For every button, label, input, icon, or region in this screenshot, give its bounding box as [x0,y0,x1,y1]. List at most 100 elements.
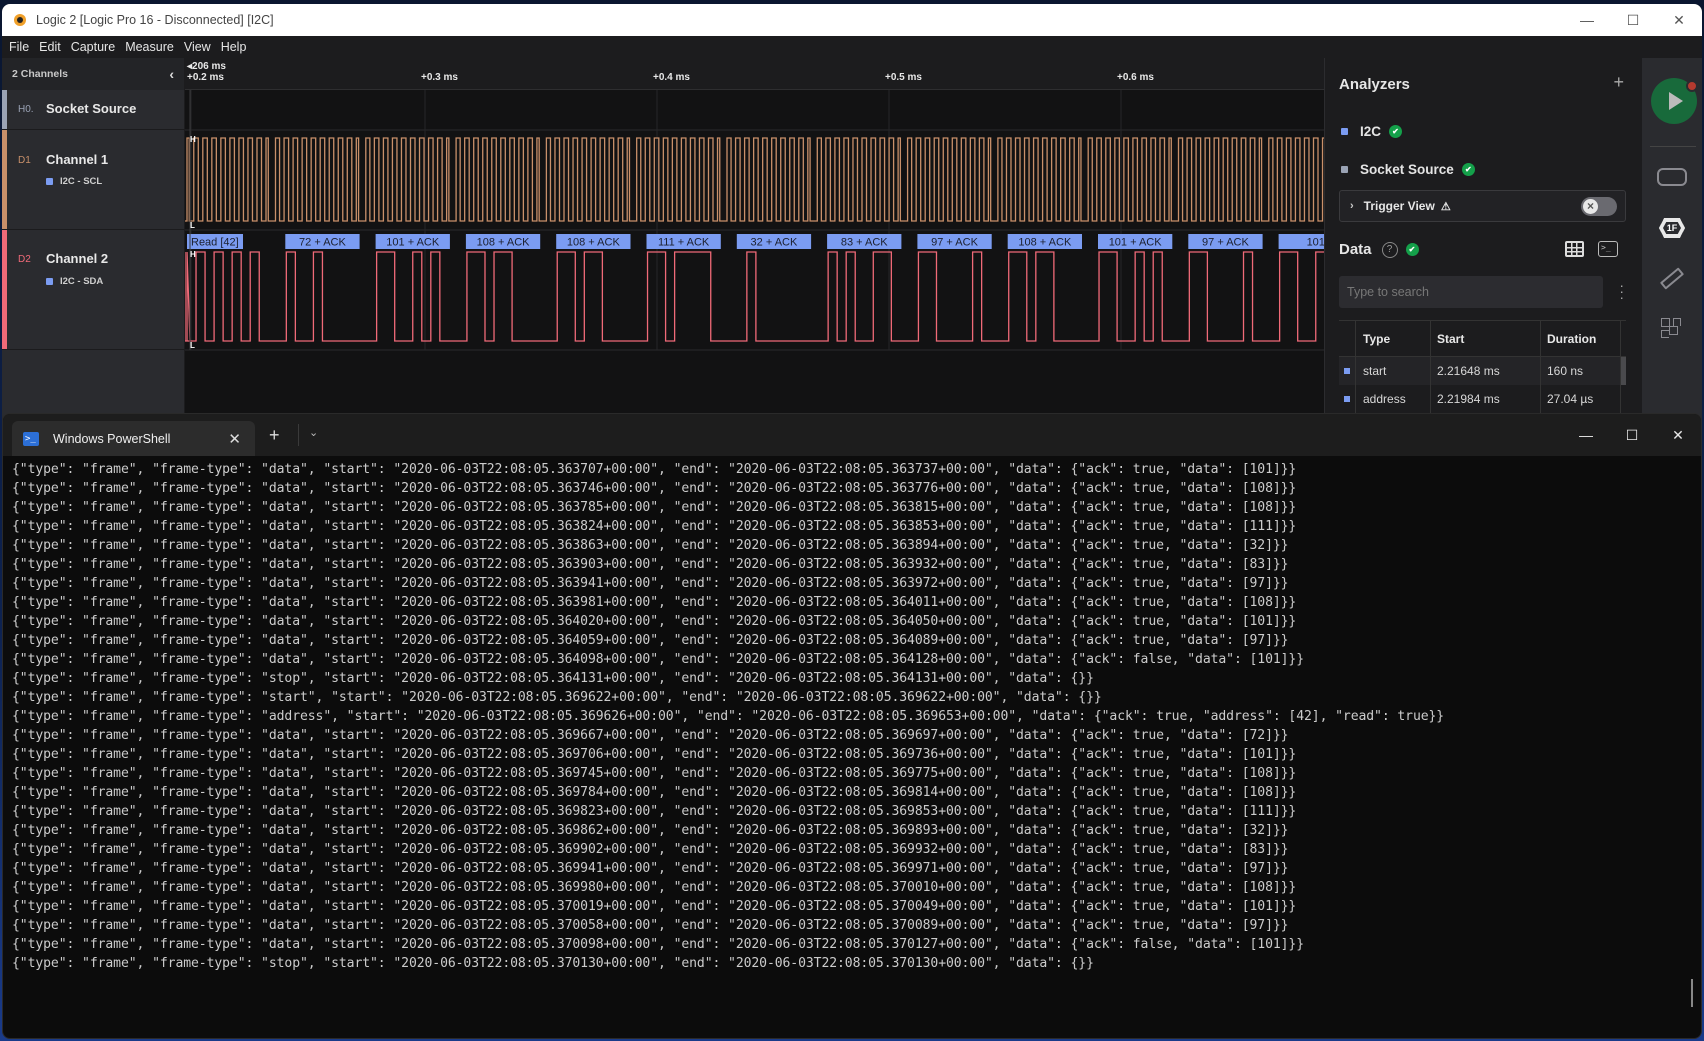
menu-help[interactable]: Help [221,40,247,54]
maximize-button[interactable]: ☐ [1610,4,1656,36]
terminal-line: {"type": "frame", "frame-type": "start",… [12,690,1102,705]
analyzer-name: Socket Source [1360,162,1454,177]
cell-type: address [1356,385,1431,413]
minimize-button[interactable]: — [1564,4,1610,36]
device-settings-icon [1657,168,1687,186]
terminal-line: {"type": "frame", "frame-type": "data", … [12,823,1289,838]
time-origin: ◂206 ms [187,61,226,72]
menu-view[interactable]: View [184,40,211,54]
powershell-icon: >_ [23,431,39,446]
terminal-line: {"type": "frame", "frame-type": "data", … [12,785,1297,800]
channel-row-channel-2[interactable]: D2 Channel 2 I2C - SDA [2,230,184,350]
terminal-output[interactable]: {"type": "frame", "frame-type": "data", … [12,460,1681,973]
time-tick: +0.4 ms [653,72,690,83]
table-view-icon[interactable] [1565,241,1584,257]
menu-file[interactable]: File [9,40,29,54]
chevron-right-icon[interactable]: › [1350,200,1354,212]
terminal-view-icon[interactable]: >_ [1598,241,1618,257]
terminal-line: {"type": "frame", "frame-type": "data", … [12,918,1289,933]
channel-row-socket-source[interactable]: H0. Socket Source [2,90,184,130]
close-button[interactable]: ✕ [1655,414,1701,456]
help-icon[interactable]: ? [1381,241,1398,258]
plus-icon[interactable]: + [1613,72,1624,93]
terminal-line: {"type": "frame", "frame-type": "data", … [12,861,1289,876]
analyzer-item-socket-source[interactable]: Socket Source ✔ [1341,162,1475,177]
analyzer-color-swatch [46,278,53,285]
column-header-duration[interactable]: Duration [1541,321,1621,356]
terminal-line: {"type": "frame", "frame-type": "data", … [12,880,1297,895]
terminal-scrollbar[interactable] [1691,979,1693,1007]
terminal-line: {"type": "frame", "frame-type": "data", … [12,937,1304,952]
channel-name: Socket Source [46,101,137,116]
analyzers-panel: Analyzers + I2C ✔ Socket Source ✔ › Trig… [1324,58,1642,424]
analyzer-color-swatch [46,178,53,185]
analyzer-name: I2C [1360,124,1382,139]
title-bar: Logic 2 [Logic Pro 16 - Disconnected] [I… [2,4,1702,36]
decoded-frame-label: 72 + ACK [299,237,346,249]
terminal-line: {"type": "frame", "frame-type": "data", … [12,595,1297,610]
new-tab-button[interactable]: + [269,425,280,446]
terminal-tab[interactable]: >_ Windows PowerShell ✕ [12,421,255,456]
waveform-view[interactable]: ◂206 ms +0.2 ms +0.3 ms +0.4 ms +0.5 ms … [185,58,1324,424]
decoded-frame-label: 111 + ACK [658,237,710,249]
terminal-line: {"type": "frame", "frame-type": "data", … [12,614,1297,629]
trigger-view-toggle[interactable] [1581,197,1617,216]
terminal-line: {"type": "frame", "frame-type": "data", … [12,481,1297,496]
logic2-window: Logic 2 [Logic Pro 16 - Disconnected] [I… [2,4,1702,424]
more-options-icon[interactable]: · · · [1619,278,1624,304]
chevron-left-icon[interactable]: ‹ [169,66,174,82]
close-tab-icon[interactable]: ✕ [228,430,241,448]
level-marker: L [190,341,195,350]
minimize-button[interactable]: — [1563,414,1609,456]
terminal-line: {"type": "frame", "frame-type": "data", … [12,633,1289,648]
waveform-canvas[interactable]: Read [42] 72 + ACK 101 + ACK 108 + ACK 108 +… [185,90,1324,424]
trigger-view-section[interactable]: › Trigger View ⚠ [1339,190,1626,222]
chevron-down-icon[interactable]: ⌄ [309,426,318,439]
maximize-button[interactable]: ☐ [1609,414,1655,456]
logic-app-icon [12,12,28,28]
decoded-frame-label: 108 + ACK [477,237,531,249]
menu-edit[interactable]: Edit [39,40,61,54]
channel-row-channel-1[interactable]: D1 Channel 1 I2C - SCL [2,130,184,230]
column-header-start[interactable]: Start [1431,321,1541,356]
row-color-swatch [1344,368,1350,374]
warning-icon: ⚠ [1440,200,1451,213]
measure-button[interactable] [1642,267,1702,290]
menu-measure[interactable]: Measure [125,40,174,54]
data-table: Type Start Duration start 2.21648 ms 160… [1339,320,1626,413]
scl-waveform [185,137,1324,222]
level-marker: H [190,135,196,144]
table-row[interactable]: address 2.21984 ms 27.04 µs [1339,385,1626,413]
data-search-input[interactable] [1339,276,1603,308]
channel-id: D1 [18,155,31,166]
terminal-line: {"type": "frame", "frame-type": "data", … [12,519,1297,534]
cell-start: 2.21984 ms [1431,385,1541,413]
column-header-type[interactable]: Type [1356,321,1431,356]
terminal-line: {"type": "frame", "frame-type": "address… [12,709,1445,724]
close-button[interactable]: ✕ [1656,4,1702,36]
terminal-line: {"type": "frame", "frame-type": "data", … [12,500,1297,515]
window-title: Logic 2 [Logic Pro 16 - Disconnected] [I… [36,13,274,27]
decoded-frame-label: 83 + ACK [841,237,888,249]
time-ruler[interactable]: ◂206 ms +0.2 ms +0.3 ms +0.4 ms +0.5 ms … [185,58,1324,90]
terminal-line: {"type": "frame", "frame-type": "stop", … [12,956,1094,971]
table-row[interactable]: start 2.21648 ms 160 ns [1339,357,1626,385]
measure-ruler-icon [1659,267,1685,290]
analyzer-item-i2c[interactable]: I2C ✔ [1341,124,1403,139]
decoded-frame-label: 101 + ACK [1109,237,1163,249]
terminal-line: {"type": "frame", "frame-type": "data", … [12,652,1304,667]
extensions-button[interactable] [1642,318,1702,340]
channel-analyzer-tag: I2C - SCL [46,176,102,187]
terminal-line: {"type": "frame", "frame-type": "data", … [12,842,1289,857]
menu-capture[interactable]: Capture [71,40,115,54]
level-marker: H [190,250,196,259]
analyzers-button[interactable]: 1F [1642,218,1702,238]
table-scrollbar[interactable] [1621,357,1626,385]
trigger-view-label: Trigger View [1363,199,1435,213]
cell-duration: 27.04 µs [1541,385,1621,413]
decoded-frame-label: 108 + ACK [567,237,621,249]
terminal-line: {"type": "frame", "frame-type": "data", … [12,538,1289,553]
analyzers-title: Analyzers [1339,76,1410,93]
channel-name: Channel 2 [46,251,109,266]
device-settings-button[interactable] [1642,168,1702,186]
